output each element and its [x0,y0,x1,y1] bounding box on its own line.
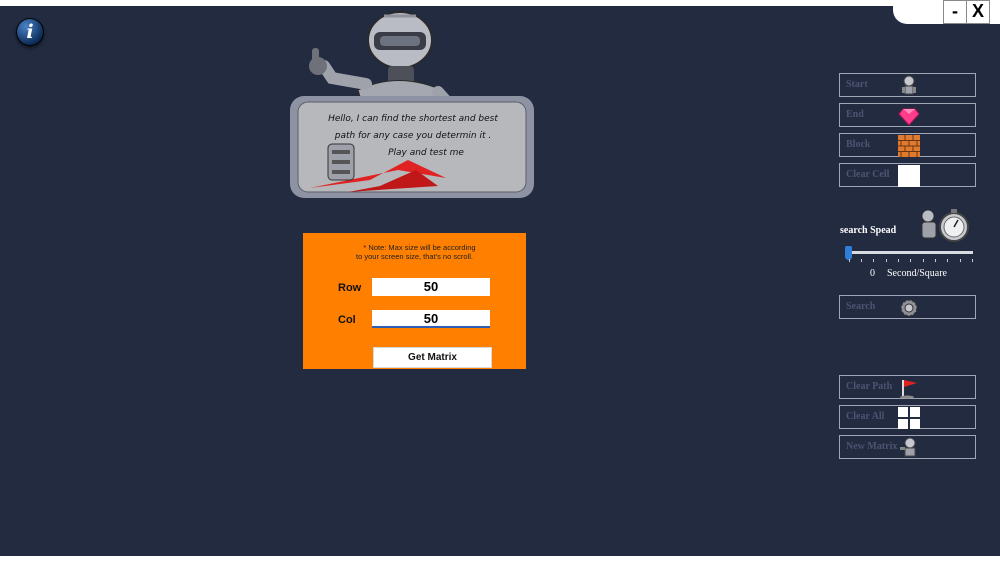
info-icon[interactable]: i [16,18,44,46]
board-line-3: Play and test me [388,148,464,158]
robot-graphic [290,11,534,198]
robot-start-icon [902,75,916,95]
matrix-size-panel: * Note: Max size will be according to yo… [303,233,526,369]
clear-cell-button[interactable]: Clear Cell [839,163,976,187]
board-line-1: Hello, I can find the shortest and best [328,114,498,124]
close-button[interactable]: X [966,0,990,24]
end-button[interactable]: End [839,103,976,127]
col-label: Col [338,314,356,326]
search-button[interactable]: Search [839,295,976,319]
stopwatch-icon [921,209,969,242]
row-input[interactable]: 50 [372,278,490,296]
blank-cell-icon [898,165,920,187]
grid-icon [898,407,920,429]
speed-slider-ticks [849,259,973,262]
new-matrix-button[interactable]: New Matrix [839,435,976,459]
speed-slider-thumb[interactable] [845,246,852,260]
search-speed-label: search Spead [840,225,897,236]
clear-cell-label: Clear Cell [846,169,890,180]
app-window: i Hello, I can find the shortest and bes… [0,6,1000,556]
speed-value: 0 [870,268,875,279]
size-note: * Note: Max size will be according to yo… [303,243,526,261]
size-note-line-2: to your screen size, that's no scroll. [356,252,473,261]
robot-new-icon [900,437,916,457]
new-matrix-label: New Matrix [846,441,898,452]
block-label: Block [846,139,871,150]
speed-unit: Second/Square [887,268,947,279]
block-button[interactable]: Block [839,133,976,157]
speed-slider-track[interactable] [847,251,973,254]
flag-icon [900,380,917,399]
size-note-line-1: * Note: Max size will be according [363,243,476,252]
get-matrix-button[interactable]: Get Matrix [373,347,492,368]
start-button[interactable]: Start [839,73,976,97]
col-input[interactable]: 50 [372,310,490,328]
robot-illustration: Hello, I can find the shortest and best … [288,10,540,200]
clear-path-button[interactable]: Clear Path [839,375,976,399]
brick-wall-icon [898,135,920,157]
clear-all-label: Clear All [846,411,885,422]
search-label: Search [846,301,876,312]
clear-all-button[interactable]: Clear All [839,405,976,429]
clear-path-label: Clear Path [846,381,893,392]
start-label: Start [846,79,868,90]
minimize-button[interactable]: - [943,0,967,24]
diamond-icon [898,108,920,126]
gear-icon [900,299,918,317]
board-line-2: path for any case you determin it . [334,131,492,141]
end-label: End [846,109,864,120]
row-label: Row [338,282,362,294]
